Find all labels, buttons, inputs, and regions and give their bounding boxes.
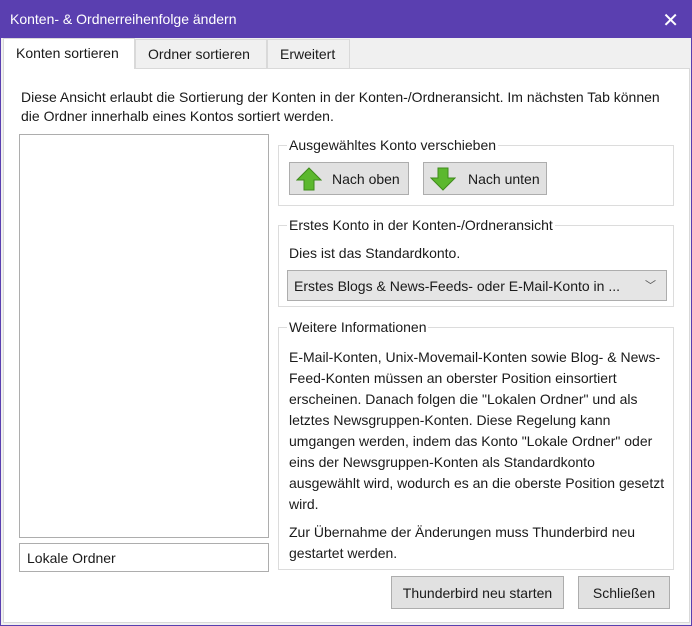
info-group: Weitere Informationen E-Mail-Konten, Uni…: [278, 319, 674, 570]
arrow-down-icon: [430, 167, 456, 191]
account-list[interactable]: [19, 134, 269, 538]
restart-button[interactable]: Thunderbird neu starten: [391, 576, 564, 609]
tab-ordner-sortieren[interactable]: Ordner sortieren: [135, 39, 267, 68]
close-button[interactable]: Schließen: [578, 576, 670, 609]
info-group-legend: Weitere Informationen: [287, 319, 429, 335]
info-paragraph-2: Zur Übernahme der Änderungen muss Thunde…: [289, 524, 636, 561]
selected-account-field[interactable]: Lokale Ordner: [19, 543, 269, 572]
chevron-down-icon: ﹀: [645, 280, 656, 292]
tab-konten-sortieren[interactable]: Konten sortieren: [3, 38, 135, 69]
move-group-legend: Ausgewähltes Konto verschieben: [287, 137, 499, 153]
window-title: Konten- & Ordnerreihenfolge ändern: [10, 11, 237, 27]
move-down-button[interactable]: Nach unten: [423, 162, 547, 195]
description: Diese Ansicht erlaubt die Sortierung der…: [21, 89, 660, 124]
move-account-group: Ausgewähltes Konto verschieben Nach oben…: [278, 137, 674, 206]
info-text: E-Mail-Konten, Unix-Movemail-Konten sowi…: [289, 347, 669, 564]
arrow-up-icon: [296, 166, 322, 190]
default-account-status: Dies ist das Standardkonto.: [289, 245, 461, 261]
close-icon[interactable]: ✕: [662, 8, 679, 33]
move-down-label: Nach unten: [468, 170, 540, 187]
first-account-select[interactable]: Erstes Blogs & News-Feeds- oder E-Mail-K…: [287, 270, 667, 301]
first-group-legend: Erstes Konto in der Konten-/Ordneransich…: [287, 217, 555, 233]
title-bar: Konten- & Ordnerreihenfolge ändern ✕: [1, 1, 692, 38]
info-paragraph-1: E-Mail-Konten, Unix-Movemail-Konten sowi…: [289, 349, 665, 512]
first-account-group: Erstes Konto in der Konten-/Ordneransich…: [278, 217, 674, 307]
move-up-button[interactable]: Nach oben: [289, 162, 409, 195]
tab-erweitert[interactable]: Erweitert: [267, 39, 350, 68]
move-up-label: Nach oben: [332, 170, 400, 187]
select-value: Erstes Blogs & News-Feeds- oder E-Mail-K…: [294, 278, 621, 294]
